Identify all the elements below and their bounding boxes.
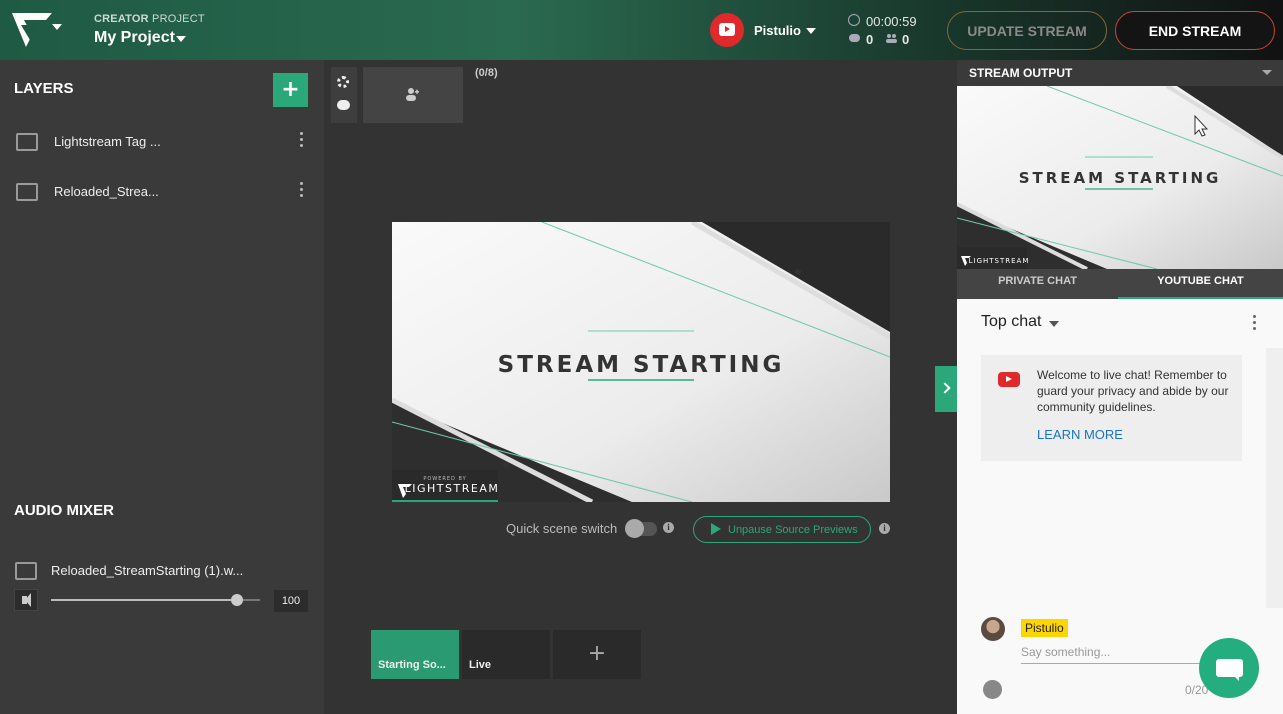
volume-slider-fill xyxy=(51,599,237,601)
gear-icon[interactable] xyxy=(337,76,349,88)
audio-mixer-heading: AUDIO MIXER xyxy=(14,502,115,519)
quick-scene-switch-knob[interactable] xyxy=(625,519,644,538)
chevron-right-icon[interactable] xyxy=(935,366,957,412)
preview-title: STREAM STARTING xyxy=(498,352,785,378)
add-scene-button[interactable]: + xyxy=(553,630,641,679)
lightstream-logo-icon[interactable] xyxy=(12,13,52,47)
speaker-icon xyxy=(22,593,31,607)
layer-label: Lightstream Tag ... xyxy=(54,134,161,149)
channel-chevron-down-icon[interactable] xyxy=(806,28,816,34)
youtube-icon xyxy=(998,372,1020,387)
play-icon xyxy=(711,523,721,535)
chat-bubble-icon xyxy=(1216,659,1243,681)
emoji-icon[interactable] xyxy=(983,680,1002,699)
scene-card-starting[interactable]: Starting So... xyxy=(371,630,459,679)
quick-scene-switch-label: Quick scene switch xyxy=(506,521,618,536)
chat-support-button[interactable] xyxy=(1199,638,1259,698)
stream-output-preview: STREAM STARTING LIGHTSTREAM xyxy=(957,86,1283,269)
chat-input[interactable]: Say something... xyxy=(1021,645,1110,659)
layer-label: Reloaded_Strea... xyxy=(54,184,159,199)
project-name[interactable]: My Project xyxy=(94,29,175,47)
scene-preview-graphic: STREAM STARTING POWERED BY LIGHTSTREAM xyxy=(392,222,890,502)
chat-bubble-icon xyxy=(849,34,860,42)
scene-card-live[interactable]: Live xyxy=(462,630,550,679)
stream-output-graphic: STREAM STARTING LIGHTSTREAM xyxy=(957,86,1283,269)
scene-preview[interactable]: STREAM STARTING POWERED BY LIGHTSTREAM xyxy=(392,222,890,502)
layer-row[interactable]: Reloaded_Strea... xyxy=(0,170,324,214)
film-icon xyxy=(15,562,37,580)
chevron-down-icon[interactable] xyxy=(1049,321,1059,327)
add-user-icon xyxy=(406,88,419,101)
add-layer-button[interactable]: + xyxy=(273,73,308,107)
tab-youtube-chat[interactable]: YOUTUBE CHAT xyxy=(1118,269,1283,299)
logo-menu-chevron-icon[interactable] xyxy=(52,24,62,30)
stream-output-title: STREAM OUTPUT xyxy=(969,66,1073,80)
guest-count: (0/8) xyxy=(475,67,498,79)
channel-name[interactable]: Pistulio xyxy=(754,23,801,38)
end-stream-button[interactable]: END STREAM xyxy=(1115,11,1275,50)
welcome-message: Welcome to live chat! Remember to guard … xyxy=(1037,368,1229,414)
info-icon[interactable]: i xyxy=(879,523,890,534)
volume-slider-thumb[interactable] xyxy=(231,594,243,606)
layer-more-icon[interactable] xyxy=(300,182,304,200)
chevron-down-icon[interactable] xyxy=(1262,70,1272,75)
output-title-text: STREAM STARTING xyxy=(1019,169,1222,187)
top-chat-selector[interactable]: Top chat xyxy=(981,313,1041,331)
layers-heading: LAYERS xyxy=(14,80,74,97)
viewer-count: 0 xyxy=(902,32,910,47)
audio-source-name: Reloaded_StreamStarting (1).w... xyxy=(51,563,244,578)
scene-label: Live xyxy=(469,659,492,671)
preview-brand-name: LIGHTSTREAM xyxy=(405,482,500,495)
clock-icon xyxy=(848,14,860,26)
project-chevron-down-icon[interactable] xyxy=(176,36,186,42)
layer-row[interactable]: Lightstream Tag ... xyxy=(0,120,324,164)
layer-more-icon[interactable] xyxy=(300,132,304,150)
output-brand-name: LIGHTSTREAM xyxy=(969,257,1030,265)
preview-accent-line xyxy=(392,500,498,502)
chat-more-icon[interactable] xyxy=(1253,315,1257,333)
tab-private-chat[interactable]: PRIVATE CHAT xyxy=(957,269,1118,299)
scene-label: Starting So... xyxy=(378,659,446,671)
film-icon xyxy=(16,183,38,201)
chat-input-underline xyxy=(1021,663,1221,664)
volume-value[interactable]: 100 xyxy=(274,590,308,612)
youtube-channel-icon[interactable] xyxy=(710,13,744,47)
chat-username-badge: Pistulio xyxy=(1021,619,1068,637)
image-icon xyxy=(16,133,38,151)
chat-scrollbar[interactable] xyxy=(1266,348,1283,608)
avatar xyxy=(981,617,1005,641)
stream-timer: 00:00:59 xyxy=(866,14,917,29)
learn-more-link[interactable]: LEARN MORE xyxy=(1037,427,1123,442)
mute-button[interactable] xyxy=(14,589,38,611)
chat-count: 0 xyxy=(866,32,874,47)
update-stream-button[interactable]: UPDATE STREAM xyxy=(947,11,1107,50)
chat-icon[interactable] xyxy=(337,100,350,110)
viewers-icon xyxy=(886,34,897,43)
project-kicker: CREATOR PROJECT xyxy=(94,13,205,25)
info-icon[interactable]: i xyxy=(663,522,674,533)
